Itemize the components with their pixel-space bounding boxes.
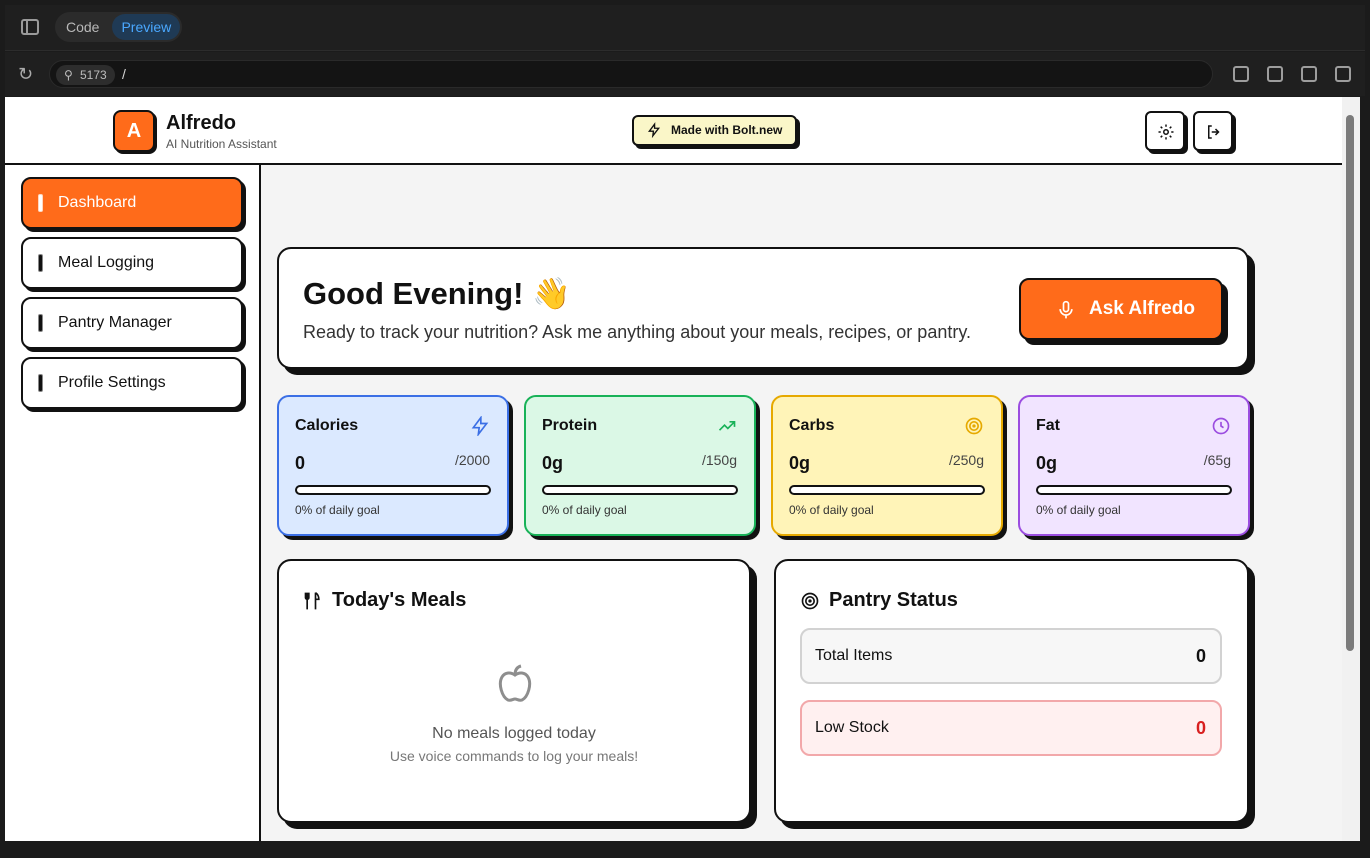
settings-button[interactable] [1145, 111, 1185, 151]
stat-value: 0g [542, 453, 564, 473]
port-badge[interactable]: 5173 [56, 65, 115, 85]
device-preview-icon[interactable] [1267, 66, 1283, 82]
ask-alfredo-button[interactable]: Ask Alfredo [1019, 278, 1223, 340]
app-viewport: A Alfredo AI Nutrition Assistant Made wi… [5, 97, 1342, 841]
app-header: A Alfredo AI Nutrition Assistant Made wi… [5, 97, 1342, 165]
greeting-card: Good Evening! 👋 Ready to track your nutr… [277, 247, 1249, 369]
carbs-card: Carbs 0g /250g 0% of daily goal [771, 395, 1003, 536]
progress-bar [789, 485, 985, 495]
select-element-icon[interactable] [1301, 66, 1317, 82]
sidebar-item-dashboard[interactable]: Dashboard [21, 177, 243, 229]
bolt-icon [647, 122, 661, 138]
sidebar-item-meal-logging[interactable]: Meal Logging [21, 237, 243, 289]
todays-meals-card: Today's Meals No meals logged today Use … [277, 559, 751, 823]
dashboard-icon [38, 194, 43, 212]
url-path[interactable]: / [122, 66, 126, 82]
profile-icon [38, 374, 43, 392]
total-items-row: Total Items 0 [800, 628, 1222, 684]
trend-up-icon [718, 421, 736, 431]
target-icon [965, 417, 983, 435]
logout-button[interactable] [1193, 111, 1233, 151]
open-external-icon[interactable] [1233, 66, 1249, 82]
section-title-text: Today's Meals [332, 589, 467, 611]
logout-icon [1208, 125, 1220, 139]
browser-window: Code Preview ↻ 5173 / A Alfredo AI Nutri… [0, 0, 1370, 858]
low-stock-value: 0 [1195, 718, 1206, 738]
tab-preview[interactable]: Preview [112, 14, 181, 40]
url-bar-row: ↻ 5173 / [5, 52, 1365, 96]
clock-icon [1212, 417, 1230, 435]
bolt-badge[interactable]: Made with Bolt.new [632, 115, 797, 146]
stat-goal: /2000 [454, 452, 490, 468]
progress-text: 0% of daily goal [789, 503, 874, 517]
stat-value: 0 [295, 453, 306, 473]
gear-icon [1158, 124, 1174, 140]
view-tabs: Code Preview [55, 12, 183, 42]
empty-meals-title: No meals logged today [432, 725, 596, 742]
sidebar-toggle-icon[interactable] [21, 19, 39, 35]
sidebar-item-pantry-manager[interactable]: Pantry Manager [21, 297, 243, 349]
scrollbar-thumb[interactable] [1346, 115, 1354, 651]
page-scrollbar[interactable] [1342, 97, 1360, 841]
calories-card: Calories 0 /2000 0% of daily goal [277, 395, 509, 536]
sidebar-item-label: Dashboard [58, 194, 137, 211]
stat-goal: /65g [1203, 452, 1231, 468]
fat-card: Fat 0g /65g 0% of daily goal [1018, 395, 1250, 536]
pantry-status-title: Pantry Status [800, 589, 958, 612]
target-icon [801, 592, 819, 610]
pantry-icon [38, 314, 43, 332]
stat-title: Protein [542, 417, 598, 434]
progress-bar [295, 485, 491, 495]
progress-text: 0% of daily goal [295, 503, 380, 517]
bolt-icon [471, 416, 489, 436]
progress-bar [542, 485, 738, 495]
stat-title: Calories [295, 417, 359, 434]
bolt-badge-label: Made with Bolt.new [671, 123, 783, 137]
browser-tools [1233, 66, 1351, 82]
tab-code[interactable]: Code [57, 14, 108, 40]
meal-icon [38, 254, 43, 272]
stat-value: 0g [1036, 453, 1058, 473]
fullscreen-icon[interactable] [1335, 66, 1351, 82]
total-items-value: 0 [1195, 646, 1206, 666]
stat-value: 0g [789, 453, 811, 473]
microphone-icon [1059, 300, 1073, 319]
stat-title: Carbs [789, 417, 835, 434]
sidebar-item-label: Profile Settings [58, 374, 166, 391]
progress-text: 0% of daily goal [1036, 503, 1121, 517]
stat-goal: /150g [701, 452, 737, 468]
pantry-status-card: Pantry Status Total Items 0 Low Stock 0 [774, 559, 1249, 823]
sidebar-item-profile-settings[interactable]: Profile Settings [21, 357, 243, 409]
low-stock-label: Low Stock [815, 719, 889, 736]
empty-meals-text: Use voice commands to log your meals! [389, 748, 639, 764]
app-name: Alfredo [166, 112, 236, 134]
utensils-icon [304, 591, 320, 610]
reload-icon[interactable]: ↻ [18, 65, 36, 83]
low-stock-row: Low Stock 0 [800, 700, 1222, 756]
sidebar-item-label: Pantry Manager [58, 314, 172, 331]
progress-text: 0% of daily goal [542, 503, 627, 517]
app-subtitle: AI Nutrition Assistant [166, 137, 277, 151]
greeting-title: Good Evening! 👋 [303, 276, 571, 311]
total-items-label: Total Items [815, 647, 893, 664]
protein-card: Protein 0g /150g 0% of daily goal [524, 395, 756, 536]
stat-goal: /250g [948, 452, 984, 468]
greeting-text: Ready to track your nutrition? Ask me an… [303, 322, 971, 342]
app-logo: A [113, 110, 155, 152]
stat-title: Fat [1036, 417, 1060, 434]
apple-icon [498, 664, 532, 702]
ask-alfredo-label: Ask Alfredo [1089, 298, 1195, 319]
browser-topbar: Code Preview [5, 5, 1365, 51]
todays-meals-title: Today's Meals [303, 589, 466, 612]
progress-bar [1036, 485, 1232, 495]
url-bar[interactable]: 5173 / [49, 60, 1213, 88]
section-title-text: Pantry Status [829, 589, 958, 611]
sidebar-item-label: Meal Logging [58, 254, 155, 271]
sidebar: Dashboard Meal Logging Pantry Manager Pr… [5, 165, 261, 841]
